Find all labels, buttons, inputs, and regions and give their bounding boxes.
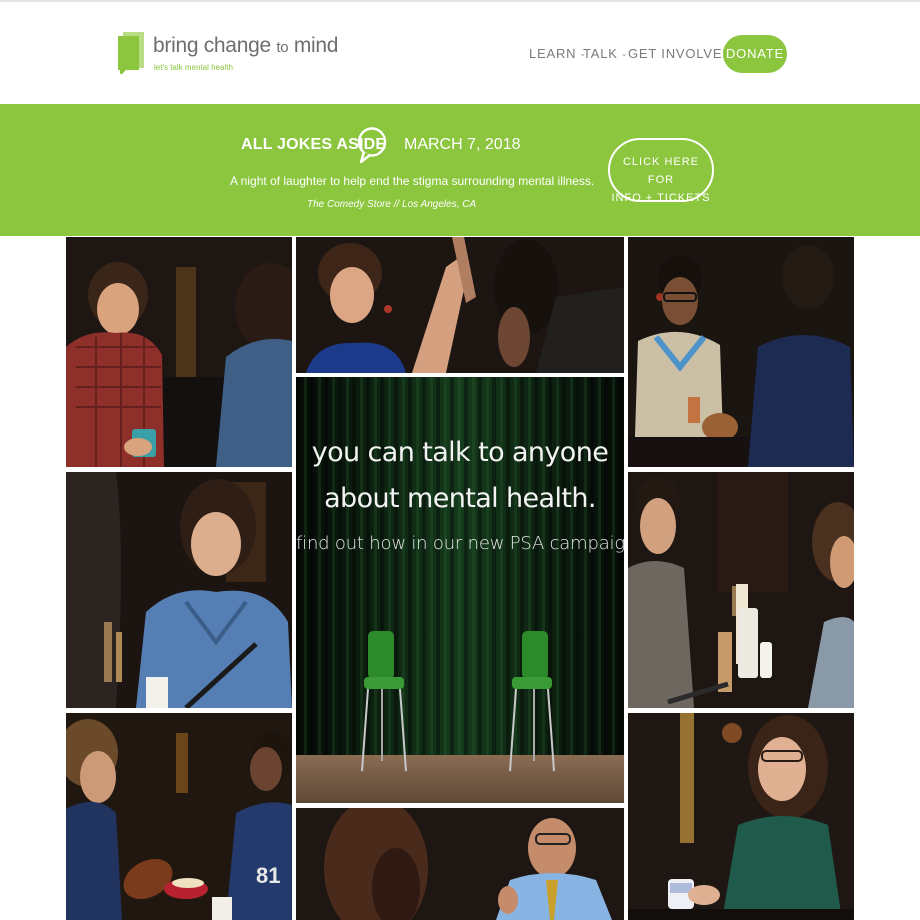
tickets-button[interactable]: CLICK HERE FOR INFO + TICKETS [608, 138, 714, 204]
event-description: A night of laughter to help end the stig… [230, 174, 595, 188]
psa-headline-line2: about mental health. [324, 483, 596, 514]
logo-tagline: let's talk mental health [154, 63, 233, 72]
photo-image [628, 237, 854, 467]
photo-image [66, 472, 292, 708]
photo-woman-green-sweater[interactable] [628, 713, 854, 920]
event-date: MARCH 7, 2018 [404, 136, 521, 153]
photo-image: 81 [66, 713, 292, 920]
event-venue: The Comedy Store // Los Angeles, CA [307, 199, 477, 210]
nav-label: TALK [583, 46, 618, 61]
nav-item-talk[interactable]: TALK ⌄ [583, 46, 628, 61]
tickets-button-line2: INFO + TICKETS [611, 192, 711, 204]
photo-image [296, 808, 624, 920]
photo-woman-with-mug[interactable] [66, 237, 292, 467]
logo-name-end: mind [293, 34, 339, 57]
photo-man-glasses-table[interactable] [628, 237, 854, 467]
nav-item-learn[interactable]: LEARN ⌄ [529, 46, 587, 61]
donate-button[interactable]: DONATE [723, 35, 787, 73]
photo-man-glasses-tie[interactable] [296, 808, 624, 920]
logo-mark-icon [118, 32, 144, 74]
nav-label: GET INVOLVED [628, 46, 733, 61]
photo-image [628, 713, 854, 920]
logo-name-to: to [276, 39, 289, 56]
photo-image [628, 472, 854, 708]
event-banner: ALL JOKES ASIDE MARCH 7, 2018 A night of… [0, 104, 920, 236]
photo-woman-denim-jacket[interactable] [66, 472, 292, 708]
photo-image [296, 237, 624, 373]
site-header: bring change to mind let's talk mental h… [0, 2, 920, 104]
logo[interactable]: bring change to mind let's talk mental h… [118, 30, 338, 82]
psa-headline-line1: you can talk to anyone [311, 437, 609, 468]
photo-football-players[interactable]: 81 [66, 713, 292, 920]
photo-image [66, 237, 292, 467]
nav-label: LEARN [529, 46, 577, 61]
speech-bubble-icon [357, 127, 387, 164]
psa-subheadline: find out how in our new PSA campaign. [296, 533, 624, 554]
psa-campaign-video[interactable]: you can talk to anyone about mental heal… [296, 377, 624, 803]
photo-high-five[interactable] [296, 237, 624, 373]
tickets-button-line1: CLICK HERE FOR [622, 156, 700, 186]
photo-painting-brushes[interactable] [628, 472, 854, 708]
svg-text:81: 81 [256, 863, 280, 888]
logo-wordmark: bring change to mind [153, 34, 338, 58]
logo-name-main: bring change [153, 34, 271, 57]
